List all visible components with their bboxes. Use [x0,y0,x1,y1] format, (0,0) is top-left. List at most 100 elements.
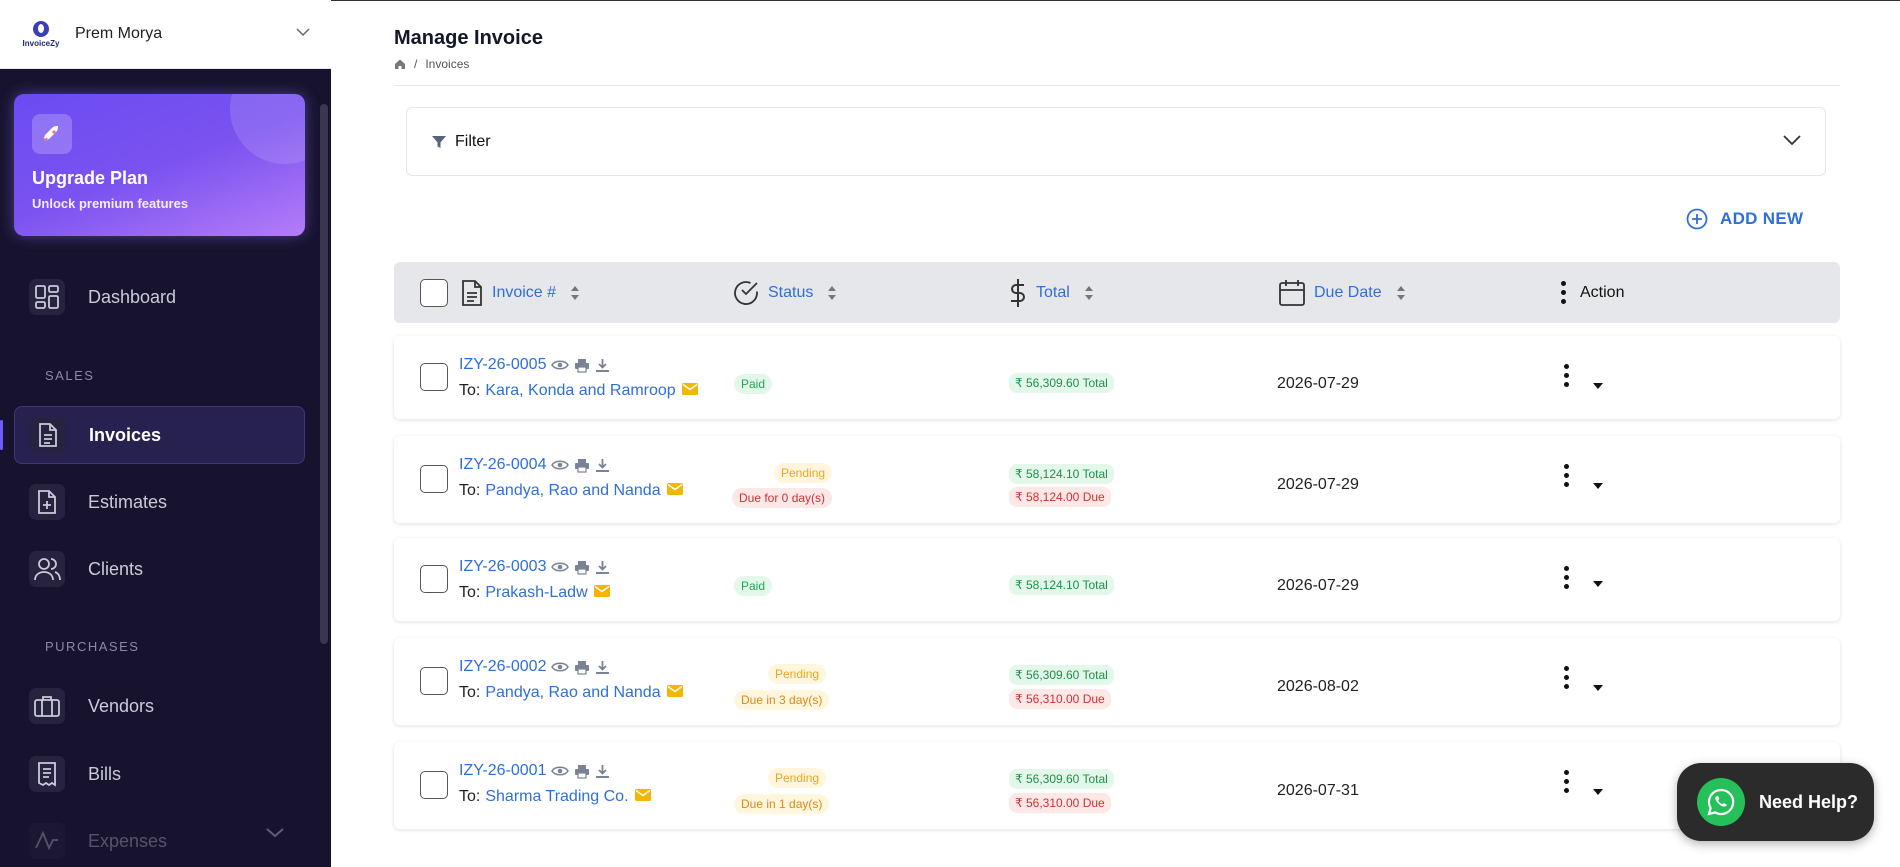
chevron-down-icon[interactable] [1783,135,1801,146]
dropdown-caret-icon[interactable] [1593,789,1603,795]
total-amount: ₹ 58,124.10 Total [1009,464,1114,484]
header-status[interactable]: Status [732,262,837,323]
invoice-number-link[interactable]: IZY-26-0003 [459,558,546,576]
row-checkbox[interactable] [420,667,448,695]
client-name-link[interactable]: Sharma Trading Co. [485,788,628,806]
sort-icon[interactable] [1084,285,1094,301]
row-menu-icon[interactable] [1564,666,1569,689]
due-date: 2026-07-31 [1277,782,1359,799]
due-amount: ₹ 56,310.00 Due [1009,689,1111,709]
account-switcher[interactable]: InvoiceZy Prem Morya [0,0,331,69]
chevron-down-icon[interactable] [266,828,284,838]
mail-icon[interactable] [593,584,610,602]
sidebar-item-invoices[interactable]: Invoices [14,406,305,464]
briefcase-icon [29,688,65,724]
row-checkbox[interactable] [420,565,448,593]
sidebar-item-label: Bills [88,763,122,784]
dropdown-caret-icon[interactable] [1593,383,1603,389]
sort-icon[interactable] [570,285,580,301]
due-date: 2026-07-29 [1277,375,1359,392]
header-total[interactable]: Total [1008,262,1094,323]
client-name-link[interactable]: Pandya, Rao and Nanda [485,684,660,702]
sidebar-item-bills[interactable]: Bills [14,745,305,803]
header-action: Action [1561,262,1624,323]
print-icon[interactable] [574,458,590,473]
row-checkbox[interactable] [420,465,448,493]
dashboard-icon [29,279,65,315]
to-label: To: [459,684,481,701]
mail-icon[interactable] [634,788,651,806]
filter-panel[interactable]: Filter [406,107,1826,176]
home-icon[interactable] [394,58,406,70]
print-icon[interactable] [574,358,590,373]
header-invoice-label: Invoice # [492,283,557,301]
eye-icon[interactable] [551,765,570,777]
sidebar-item-vendors[interactable]: Vendors [14,677,305,735]
row-checkbox[interactable] [420,363,448,391]
header-status-label: Status [768,283,814,301]
header-invoice[interactable]: Invoice # [460,262,580,323]
sidebar-item-clients[interactable]: Clients [14,540,305,598]
dropdown-caret-icon[interactable] [1593,483,1603,489]
status-note-badge: Due for 0 day(s) [732,488,833,508]
dropdown-caret-icon[interactable] [1593,581,1603,587]
sidebar-item-estimates[interactable]: Estimates [14,473,305,531]
client-name-link[interactable]: Prakash-Ladw [485,584,587,602]
breadcrumb-current: Invoices [425,57,470,71]
row-checkbox[interactable] [420,771,448,799]
need-help-label: Need Help? [1759,791,1859,812]
chevron-down-icon[interactable] [296,28,310,37]
client-name-link[interactable]: Kara, Konda and Ramroop [485,382,675,400]
eye-icon[interactable] [551,459,570,471]
download-icon[interactable] [595,660,610,675]
eye-icon[interactable] [551,359,570,371]
select-all-cell [420,262,448,323]
users-icon [29,551,65,587]
invoice-number-link[interactable]: IZY-26-0004 [459,456,546,474]
download-icon[interactable] [595,458,610,473]
sort-icon[interactable] [1396,285,1406,301]
row-menu-icon[interactable] [1564,464,1569,487]
invoice-number-link[interactable]: IZY-26-0001 [459,762,546,780]
client-name-link[interactable]: Pandya, Rao and Nanda [485,482,660,500]
table-row[interactable]: IZY-26-0002 To: Pandya, Rao and Nanda Pe… [394,638,1840,725]
header-due-date-label: Due Date [1314,283,1382,301]
dollar-icon [1011,278,1025,307]
invoice-number-link[interactable]: IZY-26-0005 [459,356,546,374]
kebab-icon [1561,281,1566,304]
top-border [331,0,1900,1]
row-menu-icon[interactable] [1564,770,1569,793]
download-icon[interactable] [595,358,610,373]
print-icon[interactable] [574,560,590,575]
mail-icon[interactable] [666,482,683,500]
add-new-button[interactable]: ADD NEW [1686,208,1803,230]
table-row[interactable]: IZY-26-0001 To: Sharma Trading Co. Pendi… [394,742,1840,829]
sidebar-scrollbar[interactable] [320,104,328,644]
upgrade-plan-card[interactable]: Upgrade Plan Unlock premium features [14,94,305,236]
invoice-number-link[interactable]: IZY-26-0002 [459,658,546,676]
eye-icon[interactable] [551,661,570,673]
sidebar-item-expenses[interactable]: Expenses [14,812,305,867]
select-all-checkbox[interactable] [420,278,448,307]
table-row[interactable]: IZY-26-0003 To: Prakash-Ladw Paid ₹ 58,1… [394,538,1840,621]
sort-icon[interactable] [827,285,837,301]
dropdown-caret-icon[interactable] [1593,685,1603,691]
total-amount: ₹ 56,309.60 Total [1009,373,1114,393]
row-menu-icon[interactable] [1564,566,1569,589]
due-date: 2026-07-29 [1277,476,1359,493]
table-row[interactable]: IZY-26-0005 To: Kara, Konda and Ramroop … [394,336,1840,419]
sidebar-item-dashboard[interactable]: Dashboard [14,268,305,326]
print-icon[interactable] [574,764,590,779]
print-icon[interactable] [574,660,590,675]
download-icon[interactable] [595,560,610,575]
eye-icon[interactable] [551,561,570,573]
need-help-button[interactable]: Need Help? [1677,763,1874,841]
download-icon[interactable] [595,764,610,779]
mail-icon[interactable] [666,684,683,702]
mail-icon[interactable] [681,382,698,400]
activity-icon [29,823,65,859]
section-label-purchases: PURCHASES [45,639,140,654]
header-due-date[interactable]: Due Date [1278,262,1406,323]
row-menu-icon[interactable] [1564,364,1569,387]
table-row[interactable]: IZY-26-0004 To: Pandya, Rao and Nanda Pe… [394,436,1840,523]
